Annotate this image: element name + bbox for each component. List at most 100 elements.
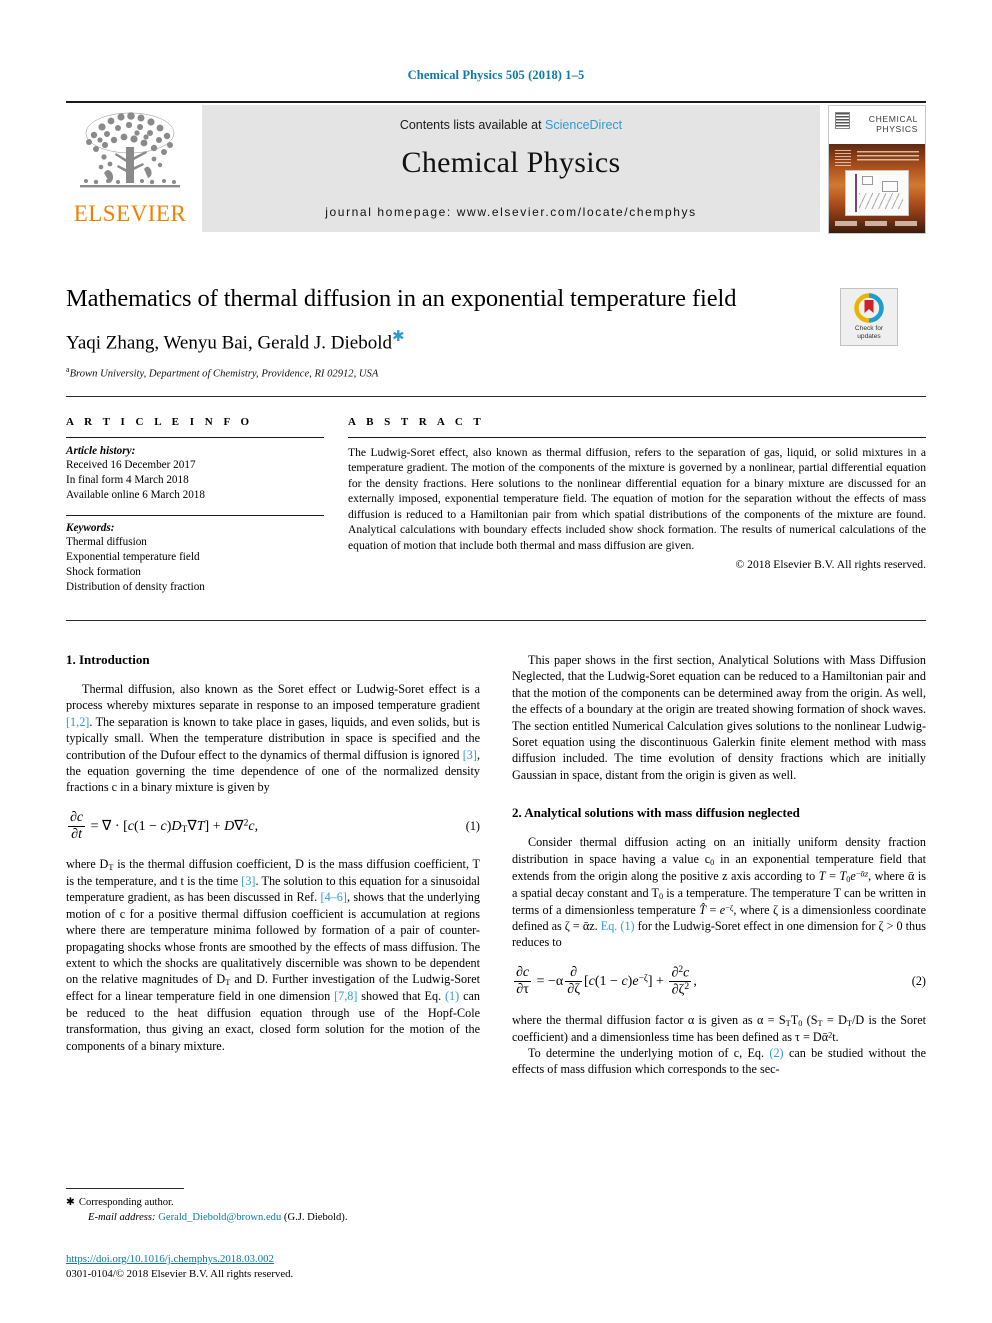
article-history-item: Received 16 December 2017 — [66, 459, 196, 471]
paper-page: Chemical Physics 505 (2018) 1–5 ELSEVIER… — [0, 0, 992, 1323]
cover-header-area: CHEMICAL PHYSICS — [829, 106, 925, 144]
paragraph-overview: This paper shows in the first section, A… — [512, 653, 926, 782]
author-email-link[interactable]: Gerald_Diebold@brown.edu — [158, 1212, 281, 1223]
article-info-rule — [66, 437, 324, 438]
equation-2-body: ∂c ∂τ = −α ∂ ∂ζ [c(1 − c)e−ζ] + ∂2c ∂ζ2, — [514, 964, 697, 998]
article-history-item: Available online 6 March 2018 — [66, 488, 205, 501]
cover-art-lines — [835, 150, 851, 166]
sciencedirect-link[interactable]: ScienceDirect — [545, 118, 622, 132]
paragraph-section2-3: To determine the underlying motion of c,… — [512, 1045, 926, 1078]
crossmark-label-line2: updates — [857, 332, 881, 340]
cover-inset-bar — [855, 174, 857, 212]
author-names: Yaqi Zhang, Wenyu Bai, Gerald J. Diebold — [66, 332, 393, 354]
cover-art-title-bars — [857, 151, 919, 163]
equation-ref[interactable]: (1) — [445, 989, 459, 1003]
keywords-rule — [66, 515, 324, 517]
journal-homepage-line: journal homepage: www.elsevier.com/locat… — [325, 205, 697, 219]
keywords-heading: Keywords: — [66, 522, 115, 535]
cover-journal-name: CHEMICAL PHYSICS — [869, 114, 918, 134]
footnote-star-icon: ✱ — [66, 1197, 75, 1208]
article-info-heading: A R T I C L E I N F O — [66, 416, 254, 428]
body-column-right: This paper shows in the first section, A… — [512, 652, 926, 1078]
footnote-email-owner: (G.J. Diebold). — [283, 1211, 348, 1223]
body-columns: 1. Introduction Thermal diffusion, also … — [66, 652, 926, 1078]
elsevier-wordmark: ELSEVIER — [73, 201, 187, 226]
equation-2-number: (2) — [911, 974, 926, 989]
section-heading-introduction: 1. Introduction — [66, 652, 150, 667]
sec2-p2-part-a: where the thermal diffusion factor α is … — [512, 1012, 786, 1027]
doi-block: https://doi.org/10.1016/j.chemphys.2018.… — [66, 1252, 480, 1283]
running-head: Chemical Physics 505 (2018) 1–5 — [407, 68, 585, 82]
article-history-item: In final form 4 March 2018 — [66, 473, 189, 486]
intro-p1-part-a: Thermal diffusion, also known as the Sor… — [66, 682, 480, 713]
equation-1-body: ∂c ∂t = ∇ · [c(1 − c)DT∇T] + D∇2c, — [68, 809, 259, 842]
elsevier-tree-icon — [80, 112, 180, 188]
masthead-top-rule — [66, 101, 926, 103]
journal-cover-thumbnail[interactable]: CHEMICAL PHYSICS — [828, 105, 926, 234]
intro-p1-part-b: . The separation is known to take place … — [66, 714, 480, 762]
title-bottom-rule — [66, 396, 926, 397]
affiliation: aBrown University, Department of Chemist… — [66, 365, 926, 380]
elsevier-logo: ELSEVIER — [66, 105, 194, 225]
keyword-item: Exponential temperature field — [66, 551, 200, 564]
cover-elsevier-mark-icon — [835, 112, 850, 129]
paragraph-section2-1: Consider thermal diffusion acting on an … — [512, 835, 927, 950]
cover-inset-squiggle — [859, 193, 903, 209]
paragraph-intro-1: Thermal diffusion, also known as the Sor… — [66, 681, 480, 796]
contents-prefix-text: Contents lists available at — [399, 118, 546, 132]
paragraph-intro-2: where DT is the thermal diffusion coeffi… — [66, 856, 480, 1054]
article-info-column: A R T I C L E I N F O Article history: R… — [66, 416, 324, 594]
footnote-rule — [66, 1188, 184, 1189]
inline-math-temperature: T — [818, 868, 826, 883]
page-title: Mathematics of thermal diffusion in an e… — [66, 285, 737, 312]
intro-p2-part-a: where D — [66, 857, 109, 872]
crossmark-icon — [854, 293, 884, 323]
citation-ref[interactable]: [1,2] — [66, 715, 89, 729]
paragraph-section2-2: where the thermal diffusion factor α is … — [512, 1012, 926, 1045]
journal-band: Contents lists available at ScienceDirec… — [202, 105, 820, 232]
sec2-p2-part-f: t. — [832, 1029, 839, 1044]
title-block: Mathematics of thermal diffusion in an e… — [66, 285, 926, 379]
journal-masthead: ELSEVIER Contents lists available at Sci… — [66, 101, 926, 236]
sec2-p3-part-a: To determine the underlying motion of c,… — [528, 1045, 770, 1060]
crossmark-check-for-updates-badge[interactable]: Check for updates — [840, 288, 898, 346]
equation-ref[interactable]: (2) — [769, 1046, 783, 1060]
footnote-email-line: E-mail address: Gerald_Diebold@brown.edu… — [66, 1211, 480, 1226]
body-column-left: 1. Introduction Thermal diffusion, also … — [66, 652, 480, 1078]
citation-ref[interactable]: [3] — [463, 748, 477, 762]
keyword-item: Shock formation — [66, 565, 141, 578]
footnote-corresponding-author: ✱ Corresponding author. — [66, 1196, 480, 1211]
cover-journal-line2: PHYSICS — [876, 123, 918, 134]
journal-title: Chemical Physics — [401, 146, 621, 179]
citation-ref[interactable]: [4–6] — [321, 890, 347, 904]
section-heading-analytical-solutions: 2. Analytical solutions with mass diffus… — [512, 805, 800, 821]
article-history-heading: Article history: — [66, 445, 136, 457]
abstract-copyright: © 2018 Elsevier B.V. All rights reserved… — [735, 558, 926, 572]
contents-available-line: Contents lists available at ScienceDirec… — [202, 118, 820, 132]
sec2-p2-part-c: (S — [802, 1012, 818, 1027]
cover-inset-square-2 — [882, 181, 898, 192]
equation-1: ∂c ∂t = ∇ · [c(1 − c)DT∇T] + D∇2c, (1) — [66, 810, 480, 843]
info-abstract-section: A R T I C L E I N F O Article history: R… — [66, 416, 926, 594]
cover-bottom-bars — [835, 221, 919, 226]
author-list: Yaqi Zhang, Wenyu Bai, Gerald J. Diebold… — [66, 327, 926, 354]
citation-ref[interactable]: [7,8] — [334, 989, 357, 1003]
footnote-corresponding-text: Corresponding author. — [78, 1197, 174, 1208]
keyword-item: Distribution of density fraction — [66, 580, 205, 593]
intro-p2-part-f: showed that Eq. — [357, 989, 445, 1004]
equation-2: ∂c ∂τ = −α ∂ ∂ζ [c(1 − c)e−ζ] + ∂2c ∂ζ2, (2) — [512, 965, 926, 999]
affiliation-text: Brown University, Department of Chemistr… — [69, 368, 379, 380]
abstract-text: The Ludwig-Soret effect, also known as t… — [348, 446, 926, 552]
issn-copyright-line: 0301-0104/© 2018 Elsevier B.V. All right… — [66, 1268, 294, 1281]
cover-inset-figure — [845, 170, 909, 216]
doi-link[interactable]: https://doi.org/10.1016/j.chemphys.2018.… — [66, 1253, 274, 1265]
keyword-item: Thermal diffusion — [66, 536, 147, 549]
footnote-email-label: E-mail address: — [88, 1211, 156, 1223]
citation-ref[interactable]: [3] — [241, 874, 255, 888]
abstract-rule — [348, 437, 926, 438]
equation-1-number: (1) — [465, 818, 480, 833]
equation-ref[interactable]: Eq. (1) — [601, 919, 635, 933]
corresponding-author-marker[interactable]: ✱ — [392, 329, 405, 345]
footnote-block: ✱ Corresponding author. E-mail address: G… — [66, 1188, 480, 1226]
crossmark-label: Check for updates — [855, 325, 883, 341]
